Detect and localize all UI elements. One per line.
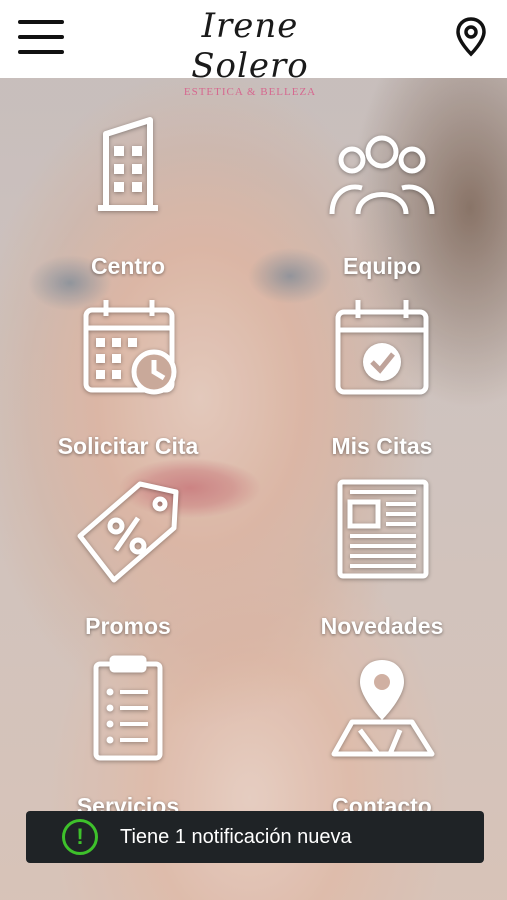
map-pin-icon[interactable] [454, 16, 488, 58]
hamburger-menu-icon[interactable] [18, 18, 64, 56]
tile-equipo[interactable]: Equipo [282, 110, 482, 280]
building-icon [98, 117, 158, 211]
tile-contacto[interactable]: Contacto [282, 650, 482, 820]
tile-novedades[interactable]: Novedades [282, 470, 482, 640]
tile-mis-citas[interactable]: Mis Citas [282, 290, 482, 460]
newspaper-icon [337, 479, 429, 579]
calendar-check-icon [335, 300, 429, 395]
tile-label: Mis Citas [331, 433, 433, 459]
percent-tag-icon [77, 481, 179, 583]
map-location-icon [331, 660, 435, 757]
clipboard-list-icon [93, 655, 163, 761]
tile-label: Equipo [343, 253, 421, 279]
calendar-clock-icon [83, 300, 177, 395]
tile-solicitar-cita[interactable]: Solicitar Cita [28, 290, 228, 460]
tile-label: Novedades [320, 613, 444, 639]
exclamation-circle-icon: ! [62, 819, 98, 855]
logo-subtitle: ESTETICA & BELLEZA [183, 86, 317, 98]
tile-label: Centro [90, 253, 166, 279]
tile-promos[interactable]: Promos [28, 470, 228, 640]
tile-label: Promos [85, 613, 171, 639]
tile-label: Solicitar Cita [57, 433, 199, 459]
logo-name: Irene Solero [191, 6, 309, 86]
hero-background-photo: Centro Equipo Solicitar Cita Mis Citas P… [0, 78, 507, 900]
team-icon [329, 135, 435, 215]
brand-logo: Irene Solero ESTETICA & BELLEZA [150, 6, 350, 98]
tile-servicios[interactable]: Servicios [28, 650, 228, 820]
tile-centro[interactable]: Centro [28, 110, 228, 280]
app-header: Irene Solero ESTETICA & BELLEZA [0, 0, 507, 98]
notification-toast[interactable]: ! Tiene 1 notificación nueva [26, 811, 484, 863]
notification-text: Tiene 1 notificación nueva [120, 825, 352, 848]
